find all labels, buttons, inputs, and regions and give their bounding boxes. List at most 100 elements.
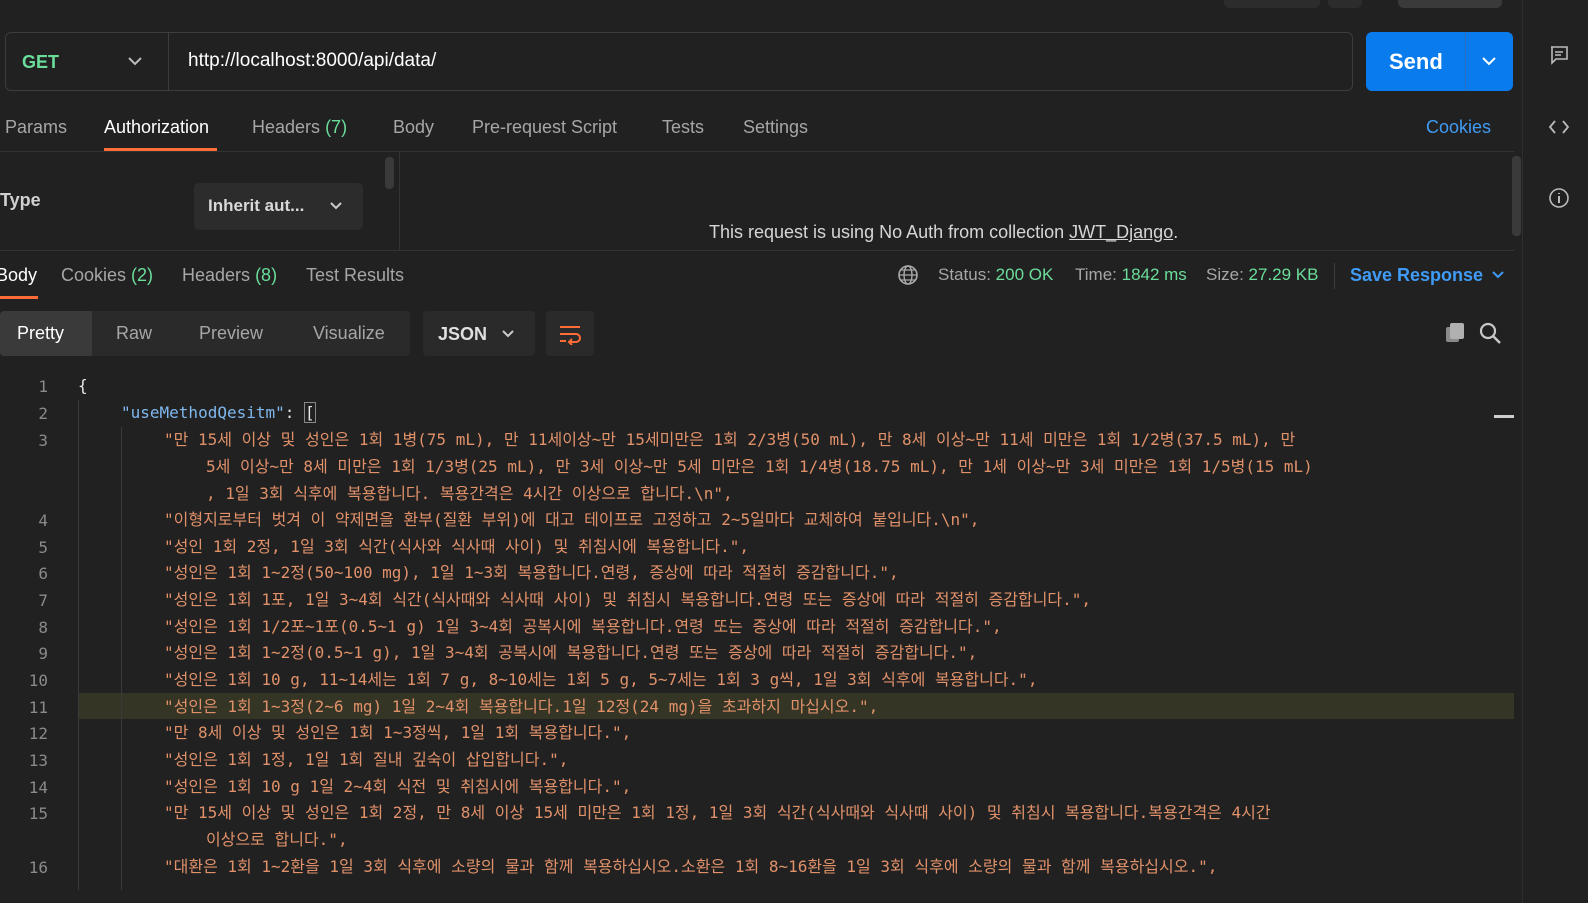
send-button-label[interactable]: Send [1389,49,1443,75]
divider [168,33,169,91]
code-line: 3 "만 15세 이상 및 성인은 1회 1병(75 mL), 만 11세이상~… [0,427,1514,507]
line-number: 16 [28,858,48,877]
divider [1334,263,1335,289]
method-select[interactable]: GET [22,52,59,73]
size-label: Size: [1206,265,1244,284]
scrollbar[interactable] [1512,156,1521,236]
view-mode-preview[interactable]: Preview [199,323,263,344]
code-text: "성인 1회 2정, 1일 3회 식간(식사와 식사때 사이) 및 취침시에 복… [164,537,750,556]
auth-type-label: Type [0,190,41,210]
top-toolbar-pill [1328,0,1362,8]
code-line: 14 "성인은 1회 10 g 1일 2~4회 식전 및 취침시에 복용합니다."… [0,774,1514,801]
code-text: "만 8세 이상 및 성인은 1회 1~3정씩, 1일 1회 복용합니다.", [164,723,632,742]
wrap-lines-icon [560,326,581,345]
top-toolbar-pill [1224,0,1320,8]
tab-pre-request-script[interactable]: Pre-request Script [472,117,617,138]
response-status: Status: 200 OK [938,265,1053,285]
code-text: "만 15세 이상 및 성인은 1회 1병(75 mL), 만 11세이상~만 … [164,430,1296,449]
line-number: 2 [38,404,48,423]
response-tab-test-results[interactable]: Test Results [306,265,404,286]
chevron-down-icon[interactable] [1490,268,1506,282]
tab-label: Headers [252,117,321,137]
view-mode-raw[interactable]: Raw [116,323,152,344]
code-line: 13 "성인은 1회 1정, 1일 1회 질내 깊숙이 삽입합니다.", [0,747,1514,774]
view-mode-pretty[interactable]: Pretty [17,323,64,344]
code-text: "이형지로부터 벗겨 이 약제면을 환부(질환 부위)에 대고 테이프로 고정하… [164,510,980,529]
line-number: 11 [28,698,48,717]
code-text: { [78,376,88,395]
auth-message-prefix: This request is using No Auth from colle… [709,222,1070,242]
url-input[interactable]: http://localhost:8000/api/data/ [188,50,436,72]
info-icon[interactable] [1548,187,1570,209]
chevron-down-icon[interactable] [126,54,144,68]
copy-icon[interactable] [1443,321,1467,345]
code-line: 2 "useMethodQesitm": [ [0,400,1514,427]
headers-count: (8) [255,265,278,285]
time-label: Time: [1075,265,1117,284]
divider [0,151,1514,152]
line-number: 13 [28,751,48,770]
save-response-button[interactable]: Save Response [1350,265,1483,286]
status-value: 200 OK [995,265,1054,284]
code-line: 12 "만 8세 이상 및 성인은 1회 1~3정씩, 1일 1회 복용합니다."… [0,720,1514,747]
chevron-down-icon[interactable] [1480,54,1498,68]
line-number: 8 [38,618,48,637]
response-tab-body[interactable]: Body [0,265,37,286]
code-line: 4 "이형지로부터 벗겨 이 약제면을 환부(질환 부위)에 대고 테이프로 고정… [0,507,1514,534]
code-text: "성인은 1회 1포, 1일 3~4회 식간(식사때와 식사때 사이) 및 취침… [164,590,1092,609]
scrollbar-marker [1494,415,1514,418]
code-text: "성인은 1회 1~2정(0.5~1 g), 1일 3~4회 공복시에 복용합니… [164,643,978,662]
size-value: 27.29 KB [1248,265,1319,284]
auth-type-value[interactable]: Inherit aut... [208,196,304,216]
code-text: "성인은 1회 1정, 1일 1회 질내 깊숙이 삽입합니다.", [164,750,569,769]
cookies-link[interactable]: Cookies [1426,117,1491,138]
code-text: "만 15세 이상 및 성인은 1회 2정, 만 8세 이상 15세 미만은 1… [164,803,1271,822]
code-text: "성인은 1회 10 g, 11~14세는 1회 7 g, 8~10세는 1회 … [164,670,1038,689]
json-key: "useMethodQesitm" [121,403,285,422]
code-icon[interactable] [1548,116,1570,138]
status-label: Status: [938,265,991,284]
time-value: 1842 ms [1121,265,1187,284]
code-line: 6 "성인은 1회 1~2정(50~100 mg), 1일 1~3회 복용합니다.… [0,560,1514,587]
line-number: 15 [28,804,48,823]
code-text: , 1일 3회 식후에 복용합니다. 복용간격은 4시간 이상으로 합니다.\n… [206,484,733,503]
line-number: 14 [28,778,48,797]
view-mode-visualize[interactable]: Visualize [313,323,385,344]
format-select-label[interactable]: JSON [438,324,487,345]
divider [0,250,1514,251]
scrollbar[interactable] [385,157,394,189]
globe-icon[interactable] [897,264,919,286]
tab-settings[interactable]: Settings [743,117,808,138]
wrap-lines-button[interactable] [546,311,594,356]
response-tab-headers[interactable]: Headers (8) [182,265,277,286]
tab-label: Cookies [61,265,127,285]
collection-link[interactable]: JWT_Django [1069,222,1173,242]
line-number: 4 [38,511,48,530]
line-number: 3 [38,431,48,450]
tab-body[interactable]: Body [393,117,434,138]
line-number: 12 [28,724,48,743]
line-number: 5 [38,538,48,557]
tab-headers[interactable]: Headers (7) [252,117,347,138]
search-icon[interactable] [1478,321,1502,345]
chevron-down-icon[interactable] [328,199,344,213]
response-tab-cookies[interactable]: Cookies (2) [61,265,153,286]
tab-authorization[interactable]: Authorization [104,117,209,138]
code-line: 15 "만 15세 이상 및 성인은 1회 2정, 만 8세 이상 15세 미만… [0,800,1514,854]
line-number: 7 [38,591,48,610]
tab-tests[interactable]: Tests [662,117,704,138]
code-line: 10 "성인은 1회 10 g, 11~14세는 1회 7 g, 8~10세는 1… [0,667,1514,694]
code-text: "대환은 1회 1~2환을 1일 3회 식후에 소량의 물과 함께 복용하십시오… [164,857,1218,876]
auth-message-suffix: . [1173,222,1179,242]
response-time: Time: 1842 ms [1075,265,1187,285]
line-number: 10 [28,671,48,690]
code-line: 8 "성인은 1회 1/2포~1포(0.5~1 g) 1일 3~4회 공복시에 복… [0,614,1514,641]
comments-icon[interactable] [1548,44,1570,66]
line-number: 1 [38,377,48,396]
chevron-down-icon[interactable] [500,327,516,341]
environment-toggle[interactable] [1398,0,1502,8]
code-text: "성인은 1회 1/2포~1포(0.5~1 g) 1일 3~4회 공복시에 복용… [164,617,1002,636]
code-text: "성인은 1회 10 g 1일 2~4회 식전 및 취침시에 복용합니다.", [164,777,632,796]
code-line: 1{ [0,373,1514,400]
tab-params[interactable]: Params [5,117,67,138]
